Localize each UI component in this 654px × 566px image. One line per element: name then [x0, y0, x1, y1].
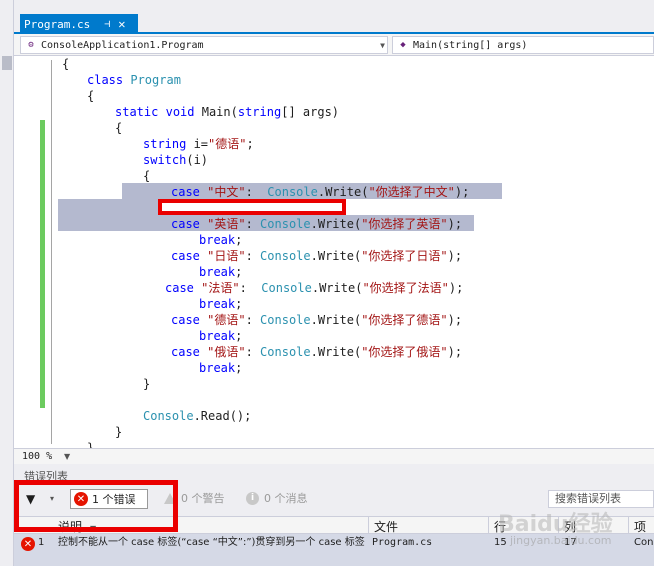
code-line: case "中文": Console.Write("你选择了中文");	[171, 185, 470, 199]
error-line: 15	[494, 537, 507, 548]
code-line: class Program	[87, 73, 181, 87]
red-box-annotation	[14, 480, 178, 532]
editor-status-bar: 100 % ▼	[14, 448, 654, 464]
class-icon: ⚙	[28, 40, 34, 50]
code-line: {	[87, 89, 95, 103]
code-line: {	[143, 169, 151, 183]
code-line: break;	[199, 265, 243, 279]
code-line: break;	[199, 297, 243, 311]
type-dropdown-value: ConsoleApplication1.Program	[41, 39, 204, 51]
code-line: case "英语": Console.Write("你选择了英语");	[171, 217, 463, 231]
messages-filter-button[interactable]: i 0 个消息	[246, 490, 308, 506]
code-line: break;	[199, 329, 243, 343]
left-toolbox-strip	[0, 0, 14, 566]
code-line: }	[143, 377, 151, 391]
code-line: case "法语": Console.Write("你选择了法语");	[165, 281, 464, 295]
error-project: Cons	[634, 537, 654, 548]
code-line: string i="德语";	[143, 137, 254, 151]
error-description: 控制不能从一个 case 标签(“case “中文”:”)贯穿到另一个 case…	[58, 537, 365, 548]
code-line: {	[115, 121, 123, 135]
code-line: break;	[199, 361, 243, 375]
chevron-down-icon: ▼	[380, 40, 385, 50]
member-dropdown-value: Main(string[] args)	[413, 39, 528, 51]
code-line: {	[62, 57, 70, 71]
error-number: 1	[38, 537, 45, 548]
toolbox-tab[interactable]	[2, 56, 12, 70]
error-file: Program.cs	[372, 537, 433, 548]
code-line: case "德语": Console.Write("你选择了德语");	[171, 313, 463, 327]
member-dropdown[interactable]: ◆ Main(string[] args)	[392, 36, 654, 54]
zoom-level[interactable]: 100 %	[22, 451, 62, 462]
code-line: Console.Read();	[143, 409, 252, 423]
messages-count-label: 0 个消息	[264, 492, 308, 505]
red-highlight-annotation	[158, 199, 346, 215]
outline-fold-line	[51, 60, 52, 444]
selection-line-2a	[58, 199, 158, 215]
code-line: case "日语": Console.Write("你选择了日语");	[171, 249, 463, 263]
pin-icon[interactable]: ⊣	[104, 19, 110, 30]
changed-lines-marker	[40, 120, 45, 408]
code-line: }	[115, 425, 123, 439]
code-line: break;	[199, 233, 243, 247]
column-file[interactable]: 文件	[374, 518, 398, 535]
tab-program-cs[interactable]: Program.cs ⊣ ✕	[20, 14, 138, 34]
tab-title: Program.cs	[24, 17, 91, 31]
warnings-count-label: 0 个警告	[181, 492, 225, 505]
navigation-bar: ⚙ ConsoleApplication1.Program ▼ ◆ Main(s…	[14, 34, 654, 56]
editor-gutter	[14, 56, 58, 448]
method-icon: ◆	[400, 40, 406, 50]
document-tab-strip: Program.cs ⊣ ✕	[14, 0, 654, 34]
watermark-url: jingyan.baidu.com	[510, 534, 612, 547]
code-line: static void Main(string[] args)	[115, 105, 340, 119]
code-editor[interactable]: { class Program { static void Main(strin…	[14, 56, 654, 448]
chevron-down-icon[interactable]: ▼	[64, 452, 70, 461]
type-dropdown[interactable]: ⚙ ConsoleApplication1.Program ▼	[20, 36, 388, 54]
code-line: }	[87, 441, 95, 448]
info-icon: i	[246, 491, 259, 505]
code-line: case "俄语": Console.Write("你选择了俄语");	[171, 345, 463, 359]
code-line: switch(i)	[143, 153, 209, 167]
error-icon: ✕	[21, 537, 35, 551]
close-icon[interactable]: ✕	[118, 17, 125, 31]
